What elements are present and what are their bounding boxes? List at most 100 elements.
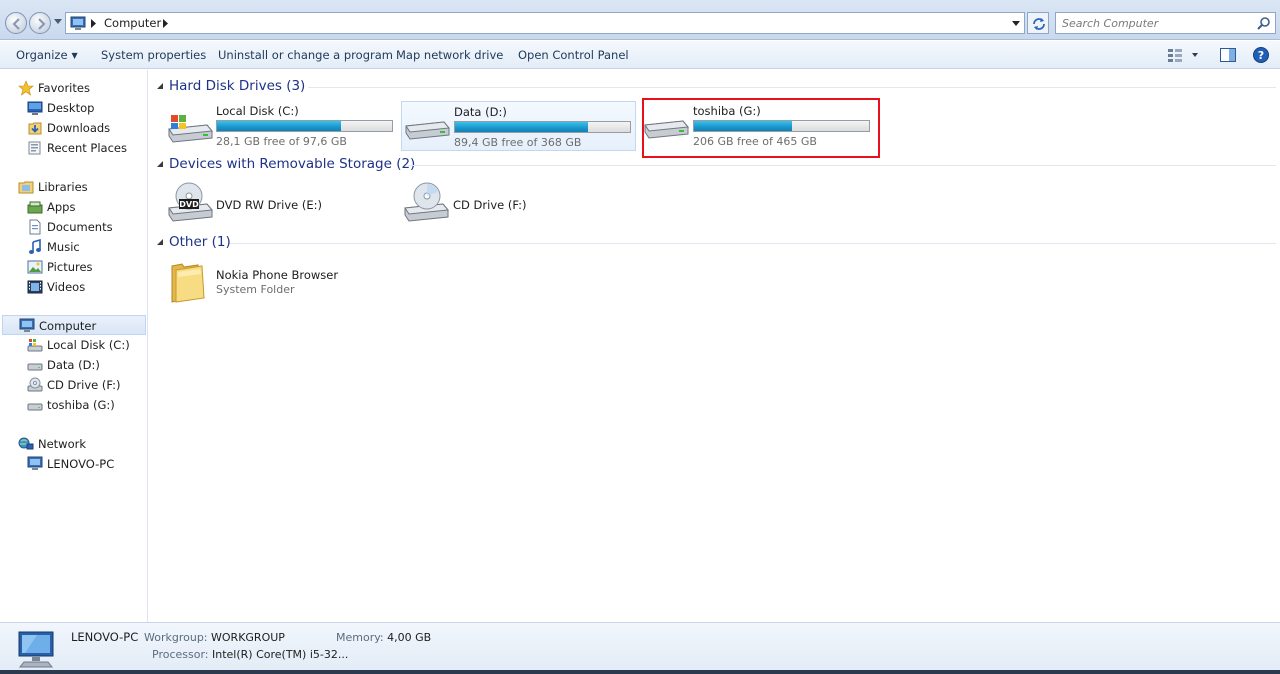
drive-cd-f[interactable]: CD Drive (F:) xyxy=(401,180,637,226)
nav-label: Data (D:) xyxy=(47,358,100,372)
search-icon[interactable] xyxy=(1257,16,1271,30)
help-icon[interactable]: ? xyxy=(1252,46,1270,64)
nav-favorites[interactable]: Favorites xyxy=(0,78,146,98)
group-divider xyxy=(230,243,1276,244)
folder-icon xyxy=(171,263,205,303)
nav-documents[interactable]: Documents xyxy=(0,217,146,237)
nav-label: Favorites xyxy=(38,81,90,95)
nav-lenovo-pc[interactable]: LENOVO-PC xyxy=(0,454,146,474)
group-header-other[interactable]: Other (1) xyxy=(156,233,1276,253)
hard-drive-icon xyxy=(27,363,43,371)
nav-local-disk-c[interactable]: Local Disk (C:) xyxy=(0,335,146,355)
address-box[interactable]: Computer xyxy=(65,12,1025,34)
nav-network[interactable]: Network xyxy=(0,434,146,454)
nav-label: Local Disk (C:) xyxy=(47,338,130,352)
nav-label: Apps xyxy=(47,200,76,214)
nav-desktop[interactable]: Desktop xyxy=(0,98,146,118)
memory-value: 4,00 GB xyxy=(387,631,432,644)
pc-name: LENOVO-PC xyxy=(71,630,139,644)
drive-name: DVD RW Drive (E:) xyxy=(216,198,323,212)
hard-drive-icon xyxy=(27,403,43,411)
group-header-hard-disk-drives[interactable]: Hard Disk Drives (3) xyxy=(156,77,1276,97)
drive-free-space: 89,4 GB free of 368 GB xyxy=(454,136,582,149)
drive-name: CD Drive (F:) xyxy=(453,198,527,212)
drive-local-disk-c[interactable]: Local Disk (C:) 28,1 GB free of 97,6 GB xyxy=(154,101,393,151)
nav-libraries[interactable]: Libraries xyxy=(0,177,146,197)
address-dropdown-icon[interactable] xyxy=(1012,21,1020,26)
system-drive-icon xyxy=(168,115,213,143)
nav-pictures[interactable]: Pictures xyxy=(0,257,146,277)
item-name: Nokia Phone Browser xyxy=(216,268,339,282)
nav-label: Computer xyxy=(39,319,97,333)
processor-value: Intel(R) Core(TM) i5-32... xyxy=(212,648,349,661)
nav-label: Documents xyxy=(47,220,113,234)
music-icon xyxy=(29,239,41,254)
nav-downloads[interactable]: Downloads xyxy=(0,118,146,138)
star-icon xyxy=(18,80,34,96)
system-properties-button[interactable]: System properties xyxy=(101,48,206,62)
group-title: Other (1) xyxy=(169,234,231,250)
breadcrumb-computer[interactable]: Computer xyxy=(104,16,161,30)
recent-places-icon xyxy=(28,141,41,155)
recent-pages-dropdown-icon[interactable] xyxy=(54,19,62,25)
drive-usage-bar xyxy=(216,120,393,132)
address-bar-area: Computer xyxy=(0,0,1280,40)
forward-button[interactable] xyxy=(29,12,51,34)
dvd-badge-text: DVD xyxy=(179,200,199,209)
drive-free-space: 28,1 GB free of 97,6 GB xyxy=(216,135,347,148)
nav-videos[interactable]: Videos xyxy=(0,277,146,297)
item-nokia-phone-browser[interactable]: Nokia Phone Browser System Folder xyxy=(154,260,390,310)
item-type: System Folder xyxy=(216,283,295,296)
nav-apps[interactable]: Apps xyxy=(0,197,146,217)
uninstall-program-button[interactable]: Uninstall or change a program xyxy=(218,48,393,62)
command-bar: Organize ▼ System properties Uninstall or… xyxy=(0,41,1280,69)
content-area: Hard Disk Drives (3) Local Disk (C:) 28,… xyxy=(149,70,1280,622)
preview-pane-icon[interactable] xyxy=(1219,46,1237,64)
collapse-triangle-icon[interactable] xyxy=(156,161,164,168)
organize-button[interactable]: Organize ▼ xyxy=(16,48,78,62)
collapse-triangle-icon[interactable] xyxy=(156,83,164,90)
drive-name: Local Disk (C:) xyxy=(216,104,299,118)
search-box[interactable] xyxy=(1055,12,1276,34)
back-button[interactable] xyxy=(5,12,27,34)
network-icon xyxy=(18,437,34,450)
system-drive-icon xyxy=(27,339,43,352)
nav-label: LENOVO-PC xyxy=(47,457,115,471)
collapse-triangle-icon[interactable] xyxy=(156,239,164,246)
documents-icon xyxy=(29,219,41,235)
workgroup-info: Workgroup: WORKGROUP xyxy=(144,631,285,644)
processor-info: Processor: Intel(R) Core(TM) i5-32... xyxy=(152,648,348,661)
computer-icon xyxy=(70,16,86,30)
cd-drive-icon xyxy=(404,182,449,222)
chevron-right-icon[interactable] xyxy=(162,19,170,28)
drive-data-d[interactable]: Data (D:) 89,4 GB free of 368 GB xyxy=(401,101,636,151)
group-title: Devices with Removable Storage (2) xyxy=(169,156,416,172)
nav-label: Downloads xyxy=(47,121,111,135)
nav-music[interactable]: Music xyxy=(0,237,146,257)
memory-info: Memory: 4,00 GB xyxy=(336,631,431,644)
nav-label: toshiba (G:) xyxy=(47,398,115,412)
workgroup-label: Workgroup: xyxy=(144,631,208,644)
change-view-icon[interactable] xyxy=(1166,46,1200,64)
processor-label: Processor: xyxy=(152,648,209,661)
nav-label: Network xyxy=(38,437,87,451)
chevron-right-icon[interactable] xyxy=(90,19,98,28)
open-control-panel-button[interactable]: Open Control Panel xyxy=(518,48,629,62)
drive-usage-fill xyxy=(455,122,588,132)
computer-icon xyxy=(19,318,35,332)
nav-cd-drive-f[interactable]: CD Drive (F:) xyxy=(0,375,146,395)
nav-computer[interactable]: Computer xyxy=(2,315,146,335)
nav-label: Videos xyxy=(47,280,86,294)
group-header-removable-storage[interactable]: Devices with Removable Storage (2) xyxy=(156,155,1276,175)
nav-toshiba-g[interactable]: toshiba (G:) xyxy=(0,395,146,415)
drive-name: Data (D:) xyxy=(454,105,507,119)
map-network-drive-button[interactable]: Map network drive xyxy=(396,48,503,62)
drive-dvd-rw-e[interactable]: DVD DVD RW Drive (E:) xyxy=(154,180,390,226)
nav-recent-places[interactable]: Recent Places xyxy=(0,138,146,158)
search-input[interactable] xyxy=(1062,13,1252,33)
refresh-button[interactable] xyxy=(1027,12,1049,34)
dvd-drive-icon: DVD xyxy=(168,182,213,222)
group-divider xyxy=(308,87,1276,88)
nav-label: Pictures xyxy=(47,260,93,274)
nav-data-d[interactable]: Data (D:) xyxy=(0,355,146,375)
